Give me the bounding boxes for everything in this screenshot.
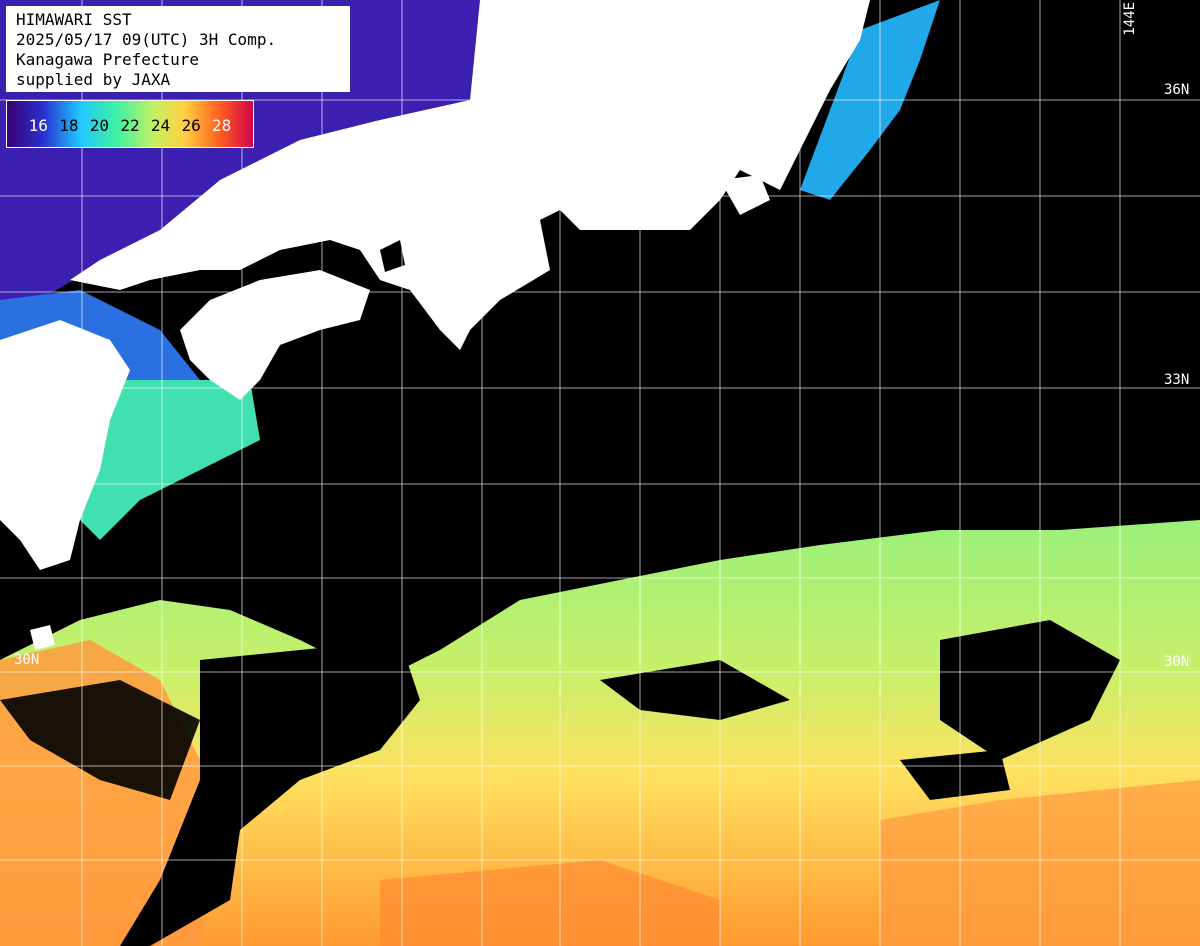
legend-label-20: 20 xyxy=(89,116,110,135)
legend-label-16: 16 xyxy=(28,116,48,135)
title-line-datetime: 2025/05/17 09(UTC) 3H Comp. xyxy=(16,30,277,49)
lat-label-36n: 36N xyxy=(1164,82,1190,98)
title-line-satellite: HIMAWARI SST xyxy=(16,10,132,29)
legend-label-26: 26 xyxy=(181,116,201,135)
legend-label-28: 28 xyxy=(212,116,232,135)
lon-label-144e: 144E xyxy=(1122,2,1138,36)
temperature-legend: 16 18 20 22 24 26 28 xyxy=(6,100,254,148)
legend-labels: 16 18 20 22 24 26 28 xyxy=(7,116,253,135)
lat-label-30n-west: 30N xyxy=(14,652,40,668)
lon-label-136e: 136E xyxy=(482,2,498,36)
legend-label-24: 24 xyxy=(150,116,171,135)
lat-label-33n: 33N xyxy=(1164,372,1190,388)
title-box: HIMAWARI SST 2025/05/17 09(UTC) 3H Comp.… xyxy=(6,6,350,92)
legend-label-22: 22 xyxy=(120,116,140,135)
title-line-region: Kanagawa Prefecture xyxy=(16,50,200,69)
lat-label-30n-east: 30N xyxy=(1164,654,1190,670)
legend-label-18: 18 xyxy=(59,116,79,135)
title-line-credit: supplied by JAXA xyxy=(16,70,171,89)
